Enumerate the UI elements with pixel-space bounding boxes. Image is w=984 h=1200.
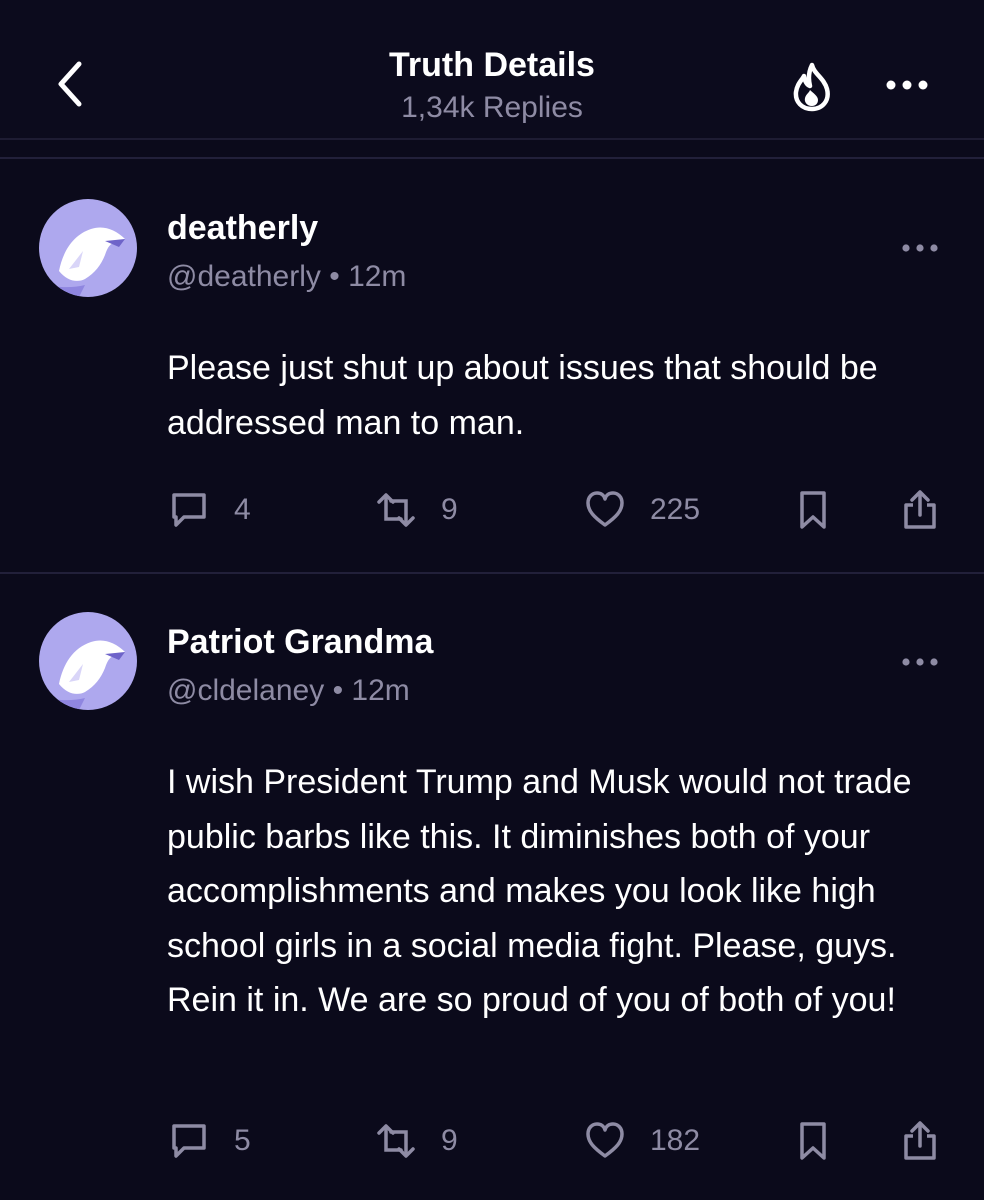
retruth-icon[interactable] <box>375 489 417 531</box>
post-author-name[interactable]: Patriot Grandma <box>167 623 433 662</box>
eagle-logo-icon <box>39 227 125 297</box>
avatar[interactable] <box>39 612 137 710</box>
post-meta: @cldelaney • 12m <box>167 674 410 708</box>
retruth-count: 9 <box>441 493 458 526</box>
like-count: 225 <box>650 493 701 526</box>
more-options-button[interactable] <box>884 70 930 100</box>
post-author-name[interactable]: deatherly <box>167 209 318 248</box>
page-title: Truth Details <box>389 46 595 84</box>
reply-post[interactable]: Patriot Grandma @cldelaney • 12m I wish … <box>0 574 984 1200</box>
heart-icon[interactable] <box>584 489 626 531</box>
reply-count: 1,34k Replies <box>401 91 583 124</box>
eagle-logo-icon <box>39 640 125 710</box>
post-author-handle[interactable]: @deatherly <box>167 260 321 293</box>
post-timestamp: 12m <box>351 674 410 707</box>
header-divider <box>0 157 984 159</box>
post-options-button[interactable] <box>900 652 940 672</box>
post-text: I wish President Trump and Musk would no… <box>167 763 912 1019</box>
meta-separator: • <box>332 674 352 707</box>
post-actions: 5 9 182 <box>0 1120 984 1170</box>
post-meta: @deatherly • 12m <box>167 260 406 294</box>
like-count: 182 <box>650 1124 701 1157</box>
ellipsis-icon <box>902 244 938 252</box>
meta-separator: • <box>329 260 349 293</box>
post-actions: 4 9 225 <box>0 489 984 539</box>
post-options-button[interactable] <box>900 238 940 258</box>
share-icon[interactable] <box>899 1120 941 1162</box>
post-text: Please just shut up about issues that sh… <box>167 349 878 442</box>
heart-icon[interactable] <box>584 1120 626 1162</box>
top-bar: Truth Details 1,34k Replies <box>0 0 984 140</box>
reply-icon[interactable] <box>168 1120 210 1162</box>
reply-count: 4 <box>234 493 251 526</box>
post-timestamp: 12m <box>348 260 407 293</box>
retruth-count: 9 <box>441 1124 458 1157</box>
ellipsis-icon <box>886 80 928 90</box>
bookmark-icon[interactable] <box>792 1120 834 1162</box>
share-icon[interactable] <box>899 489 941 531</box>
retruth-icon[interactable] <box>375 1120 417 1162</box>
trending-button[interactable] <box>790 62 834 112</box>
fire-icon <box>793 62 830 112</box>
avatar[interactable] <box>39 199 137 297</box>
reply-post[interactable]: deatherly @deatherly • 12m Please just s… <box>0 160 984 572</box>
reply-icon[interactable] <box>168 489 210 531</box>
bookmark-icon[interactable] <box>792 489 834 531</box>
reply-count: 5 <box>234 1124 251 1157</box>
ellipsis-icon <box>902 658 938 666</box>
post-author-handle[interactable]: @cldelaney <box>167 674 324 707</box>
